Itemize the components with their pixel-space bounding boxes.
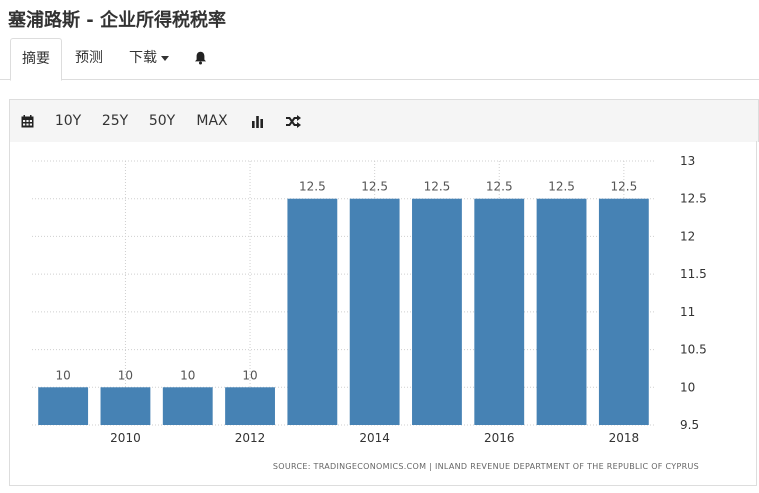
chart-type-button[interactable] — [244, 100, 270, 142]
range-10y-button[interactable]: 10Y — [50, 100, 86, 142]
bar-data-label: 12.5 — [361, 180, 388, 194]
tab-download-label: 下载 — [129, 50, 157, 66]
range-50y-button[interactable]: 50Y — [144, 100, 180, 142]
y-tick-label: 11 — [680, 305, 695, 319]
x-tick-label: 2010 — [110, 431, 141, 445]
tab-forecast[interactable]: 预测 — [66, 38, 112, 78]
x-tick-label: 2014 — [359, 431, 390, 445]
bar-data-label: 12.5 — [486, 180, 513, 194]
chart-toolbar: 10Y 25Y 50Y MAX — [9, 99, 759, 142]
bar — [536, 198, 587, 425]
shuffle-icon — [285, 114, 301, 128]
bar-data-label: 10 — [180, 368, 195, 382]
bar — [38, 387, 89, 425]
bar — [100, 387, 151, 425]
source-note: SOURCE: TRADINGECONOMICS.COM | INLAND RE… — [272, 462, 699, 471]
bar — [474, 198, 525, 425]
bell-icon — [194, 51, 206, 65]
range-max-button[interactable]: MAX — [192, 100, 232, 142]
compare-button[interactable] — [280, 100, 306, 142]
bar-data-label: 10 — [118, 368, 133, 382]
bar — [598, 198, 649, 425]
bar-data-label: 12.5 — [548, 180, 575, 194]
y-tick-label: 9.5 — [680, 418, 699, 432]
x-tick-label: 2012 — [235, 431, 266, 445]
bar — [412, 198, 462, 425]
range-25y-button[interactable]: 25Y — [97, 100, 133, 142]
tab-bar: 摘要 预测 下载 — [0, 38, 759, 81]
caret-down-icon — [161, 55, 169, 61]
page-title: 塞浦路斯 - 企业所得税税率 — [8, 10, 227, 31]
bar-data-label: 12.5 — [610, 180, 637, 194]
tab-alerts[interactable] — [186, 38, 214, 78]
calendar-icon — [21, 114, 33, 127]
bar — [225, 387, 275, 425]
bar-data-label: 10 — [56, 368, 71, 382]
date-range-button[interactable] — [14, 100, 40, 142]
bar — [349, 198, 400, 425]
bar-data-label: 12.5 — [424, 180, 451, 194]
bar-chart-icon — [251, 115, 263, 128]
chart-area: 9.5 10 10.5 11 11.5 12 12.5 13 10 10 10 10 12.5 12.5 1… — [9, 141, 757, 486]
y-tick-label: 12 — [680, 229, 695, 243]
x-tick-label: 2016 — [484, 431, 515, 445]
tab-summary[interactable]: 摘要 — [10, 38, 62, 81]
bar — [287, 198, 338, 425]
y-tick-label: 13 — [680, 154, 695, 168]
y-tick-label: 10 — [680, 380, 695, 394]
bar — [162, 387, 213, 425]
bar-chart: 9.5 10 10.5 11 11.5 12 12.5 13 10 10 10 10 12.5 12.5 1… — [32, 154, 707, 445]
x-tick-label: 2018 — [609, 431, 640, 445]
bar-data-label: 10 — [242, 368, 257, 382]
y-tick-label: 10.5 — [680, 343, 707, 357]
tab-download[interactable]: 下载 — [118, 38, 180, 78]
y-tick-label: 11.5 — [680, 267, 707, 281]
y-tick-label: 12.5 — [680, 192, 707, 206]
bar-data-label: 12.5 — [299, 180, 326, 194]
